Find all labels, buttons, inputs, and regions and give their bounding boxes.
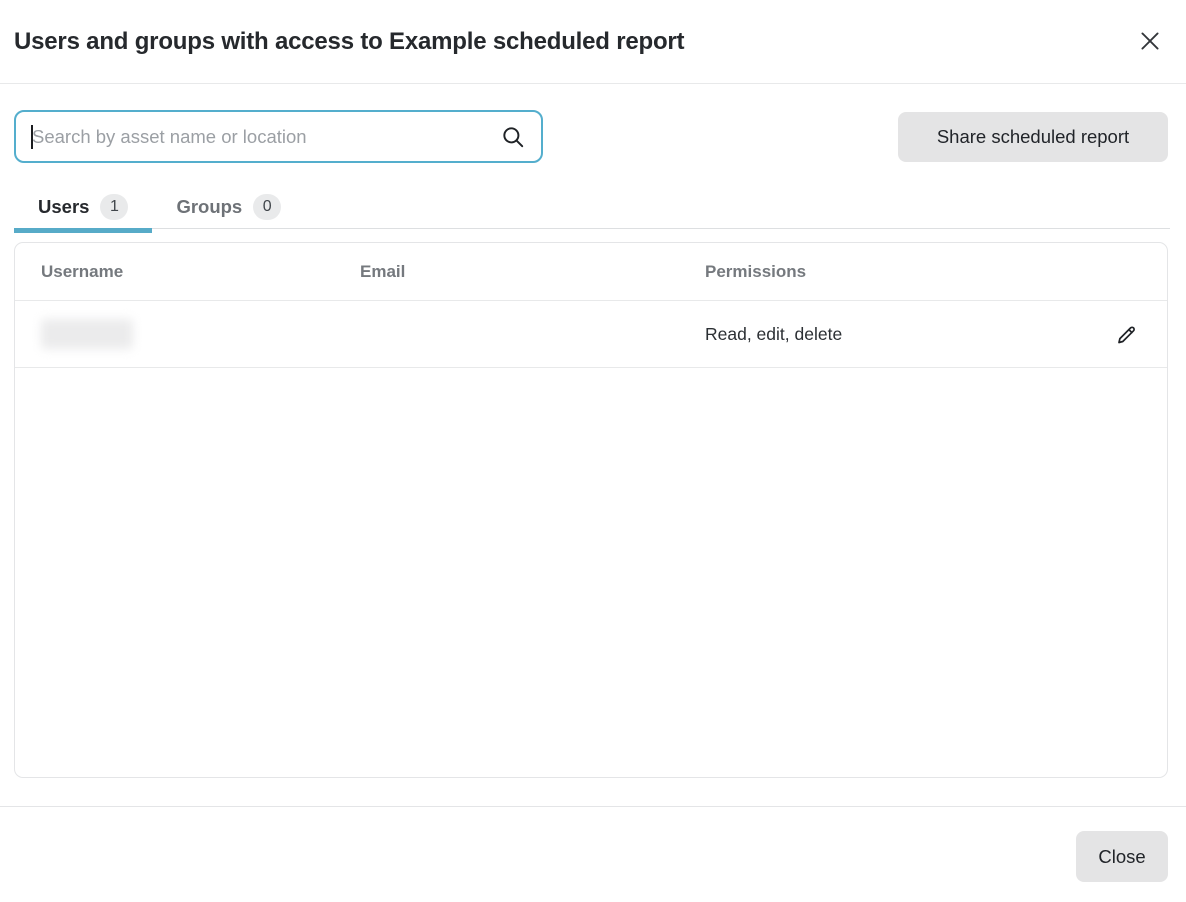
tab-users[interactable]: Users 1: [14, 186, 152, 228]
tab-groups-label: Groups: [176, 196, 242, 218]
pencil-icon: [1114, 323, 1138, 347]
search-icon[interactable]: [500, 124, 526, 150]
tab-users-count-badge: 1: [100, 194, 128, 220]
cell-permissions: Read, edit, delete: [705, 324, 1167, 345]
column-header-permissions: Permissions: [705, 262, 1167, 282]
close-button[interactable]: Close: [1076, 831, 1168, 882]
search-box: [14, 110, 543, 163]
modal-header: Users and groups with access to Example …: [0, 0, 1186, 84]
tab-groups[interactable]: Groups 0: [152, 186, 305, 228]
table-row: Read, edit, delete: [15, 301, 1167, 368]
column-header-email: Email: [360, 262, 705, 282]
access-table: Username Email Permissions Read, edit, d…: [14, 242, 1168, 778]
column-header-username: Username: [15, 262, 360, 282]
tab-bar: Users 1 Groups 0: [14, 186, 1170, 229]
table-header-row: Username Email Permissions: [15, 243, 1167, 301]
page-title: Users and groups with access to Example …: [14, 28, 684, 56]
redacted-username: [41, 319, 133, 349]
search-input[interactable]: [16, 112, 500, 161]
tab-users-label: Users: [38, 196, 89, 218]
footer-divider: [0, 806, 1186, 807]
share-access-modal: Users and groups with access to Example …: [0, 0, 1186, 902]
close-icon[interactable]: [1136, 27, 1164, 55]
text-caret: [31, 125, 33, 149]
edit-permissions-button[interactable]: [1113, 321, 1139, 349]
share-scheduled-report-button[interactable]: Share scheduled report: [898, 112, 1168, 162]
tab-groups-count-badge: 0: [253, 194, 281, 220]
cell-username: [15, 319, 360, 349]
